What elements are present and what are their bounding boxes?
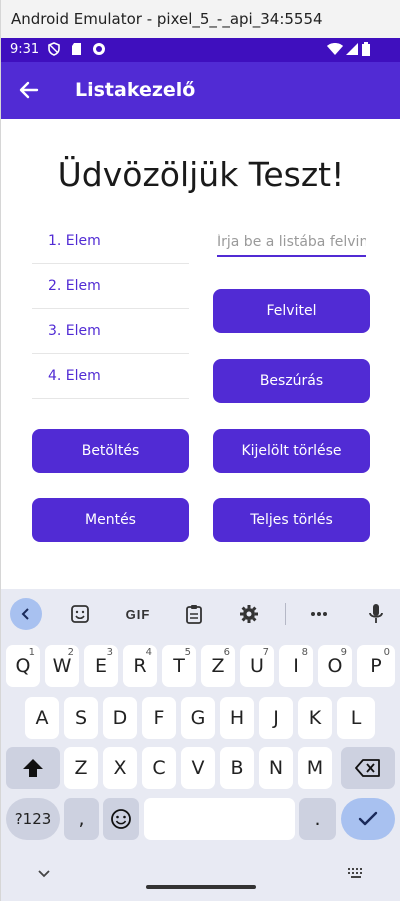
keyboard-switch-icon[interactable] xyxy=(347,867,365,880)
key-k[interactable]: K xyxy=(298,697,332,739)
key-label: U xyxy=(250,655,264,677)
emulator-window: Android Emulator - pixel_5_-_api_34:5554… xyxy=(0,0,400,901)
key-z-top[interactable]: Z6 xyxy=(201,645,235,687)
comma-key[interactable]: , xyxy=(64,798,99,840)
key-p[interactable]: P0 xyxy=(357,645,395,687)
key-s[interactable]: S xyxy=(64,697,98,739)
key-label: T xyxy=(173,655,185,677)
key-h[interactable]: H xyxy=(220,697,254,739)
backspace-key[interactable] xyxy=(341,747,395,789)
home-gesture-bar[interactable] xyxy=(146,885,256,889)
main-content: Üdvözöljük Teszt! 1. Elem 2. Elem 3. Ele… xyxy=(1,119,400,589)
key-hint: 4 xyxy=(145,647,152,658)
checkmark-icon xyxy=(358,811,378,826)
shift-key[interactable] xyxy=(6,747,60,789)
shift-arrow-icon xyxy=(23,759,43,777)
key-g[interactable]: G xyxy=(181,697,215,739)
more-options-icon[interactable] xyxy=(304,599,334,629)
signal-icon xyxy=(346,43,358,55)
key-label: I xyxy=(293,655,299,677)
key-c[interactable]: C xyxy=(142,747,176,789)
key-f[interactable]: F xyxy=(142,697,176,739)
key-hint: 5 xyxy=(184,647,191,658)
status-bar: 9:31 xyxy=(1,38,400,62)
shield-icon xyxy=(48,42,60,56)
battery-icon xyxy=(362,42,370,56)
toolbar-divider xyxy=(285,603,286,625)
key-hint: 9 xyxy=(340,647,347,658)
gif-icon[interactable]: GIF xyxy=(121,599,155,629)
microphone-icon[interactable] xyxy=(361,599,391,629)
delete-all-button[interactable]: Teljes törlés xyxy=(213,498,370,542)
sticker-icon[interactable] xyxy=(65,599,95,629)
key-x[interactable]: X xyxy=(103,747,137,789)
key-label: R xyxy=(133,655,147,677)
load-button[interactable]: Betöltés xyxy=(32,429,189,473)
key-hint: 2 xyxy=(67,647,74,658)
list-item[interactable]: 4. Elem xyxy=(32,354,189,399)
key-e[interactable]: E3 xyxy=(84,645,118,687)
key-label: W xyxy=(52,655,72,677)
item-list: 1. Elem 2. Elem 3. Elem 4. Elem xyxy=(32,219,189,399)
key-hint: 6 xyxy=(223,647,230,658)
key-label: E xyxy=(94,655,107,677)
key-j[interactable]: J xyxy=(259,697,293,739)
key-b[interactable]: B xyxy=(220,747,254,789)
key-m[interactable]: M xyxy=(298,747,332,789)
key-w[interactable]: W2 xyxy=(45,645,79,687)
app-bar: Listakezelő xyxy=(1,62,400,119)
key-l[interactable]: L xyxy=(337,697,375,739)
key-n[interactable]: N xyxy=(259,747,293,789)
save-button[interactable]: Mentés xyxy=(32,498,189,542)
collapse-toolbar-icon[interactable] xyxy=(10,598,42,630)
emoji-key[interactable] xyxy=(103,798,139,840)
list-item[interactable]: 1. Elem xyxy=(32,219,189,264)
key-hint: 7 xyxy=(262,647,269,658)
symbols-key[interactable]: ?123 xyxy=(6,798,60,840)
hide-keyboard-chevron-icon[interactable] xyxy=(37,869,51,879)
key-label: P xyxy=(370,655,382,677)
welcome-heading: Üdvözöljük Teszt! xyxy=(57,155,345,194)
backspace-icon xyxy=(355,759,380,777)
list-item[interactable]: 3. Elem xyxy=(32,309,189,354)
key-o[interactable]: O9 xyxy=(318,645,352,687)
add-button[interactable]: Felvitel xyxy=(213,289,370,333)
status-time: 9:31 xyxy=(10,42,40,57)
back-arrow-icon[interactable] xyxy=(17,78,41,102)
key-hint: 8 xyxy=(301,647,308,658)
key-hint: 3 xyxy=(106,647,113,658)
key-r[interactable]: R4 xyxy=(123,645,157,687)
key-v[interactable]: V xyxy=(181,747,215,789)
wifi-icon xyxy=(327,43,343,55)
clipboard-icon[interactable] xyxy=(179,599,209,629)
key-t[interactable]: T5 xyxy=(162,645,196,687)
key-a[interactable]: A xyxy=(25,697,59,739)
key-q[interactable]: Q1 xyxy=(6,645,40,687)
insert-button[interactable]: Beszúrás xyxy=(213,359,370,403)
sd-card-icon xyxy=(72,43,81,55)
keyboard-toolbar: GIF xyxy=(1,589,400,639)
key-i[interactable]: I8 xyxy=(279,645,313,687)
window-title: Android Emulator - pixel_5_-_api_34:5554 xyxy=(1,0,400,38)
space-key[interactable] xyxy=(144,798,295,840)
app-notification-icon xyxy=(93,43,105,55)
list-item[interactable]: 2. Elem xyxy=(32,264,189,309)
page-title: Listakezelő xyxy=(75,79,196,101)
emoji-icon xyxy=(111,809,131,829)
key-u[interactable]: U7 xyxy=(240,645,274,687)
navigation-bar xyxy=(1,860,400,901)
key-label: Z xyxy=(211,655,225,677)
key-label: Q xyxy=(15,655,31,677)
key-hint: 1 xyxy=(28,647,35,658)
period-key[interactable]: . xyxy=(299,798,336,840)
key-label: O xyxy=(327,655,343,677)
delete-selected-button[interactable]: Kijelölt törlése xyxy=(213,429,370,473)
key-z[interactable]: Z xyxy=(64,747,98,789)
enter-key[interactable] xyxy=(341,798,395,840)
settings-gear-icon[interactable] xyxy=(234,599,264,629)
key-hint: 0 xyxy=(383,647,390,658)
soft-keyboard: GIF Q1 W2 E3 R4 T5 Z6 U7 I8 O9 P0 A S D … xyxy=(1,589,400,901)
key-d[interactable]: D xyxy=(103,697,137,739)
new-item-input[interactable] xyxy=(217,228,366,257)
